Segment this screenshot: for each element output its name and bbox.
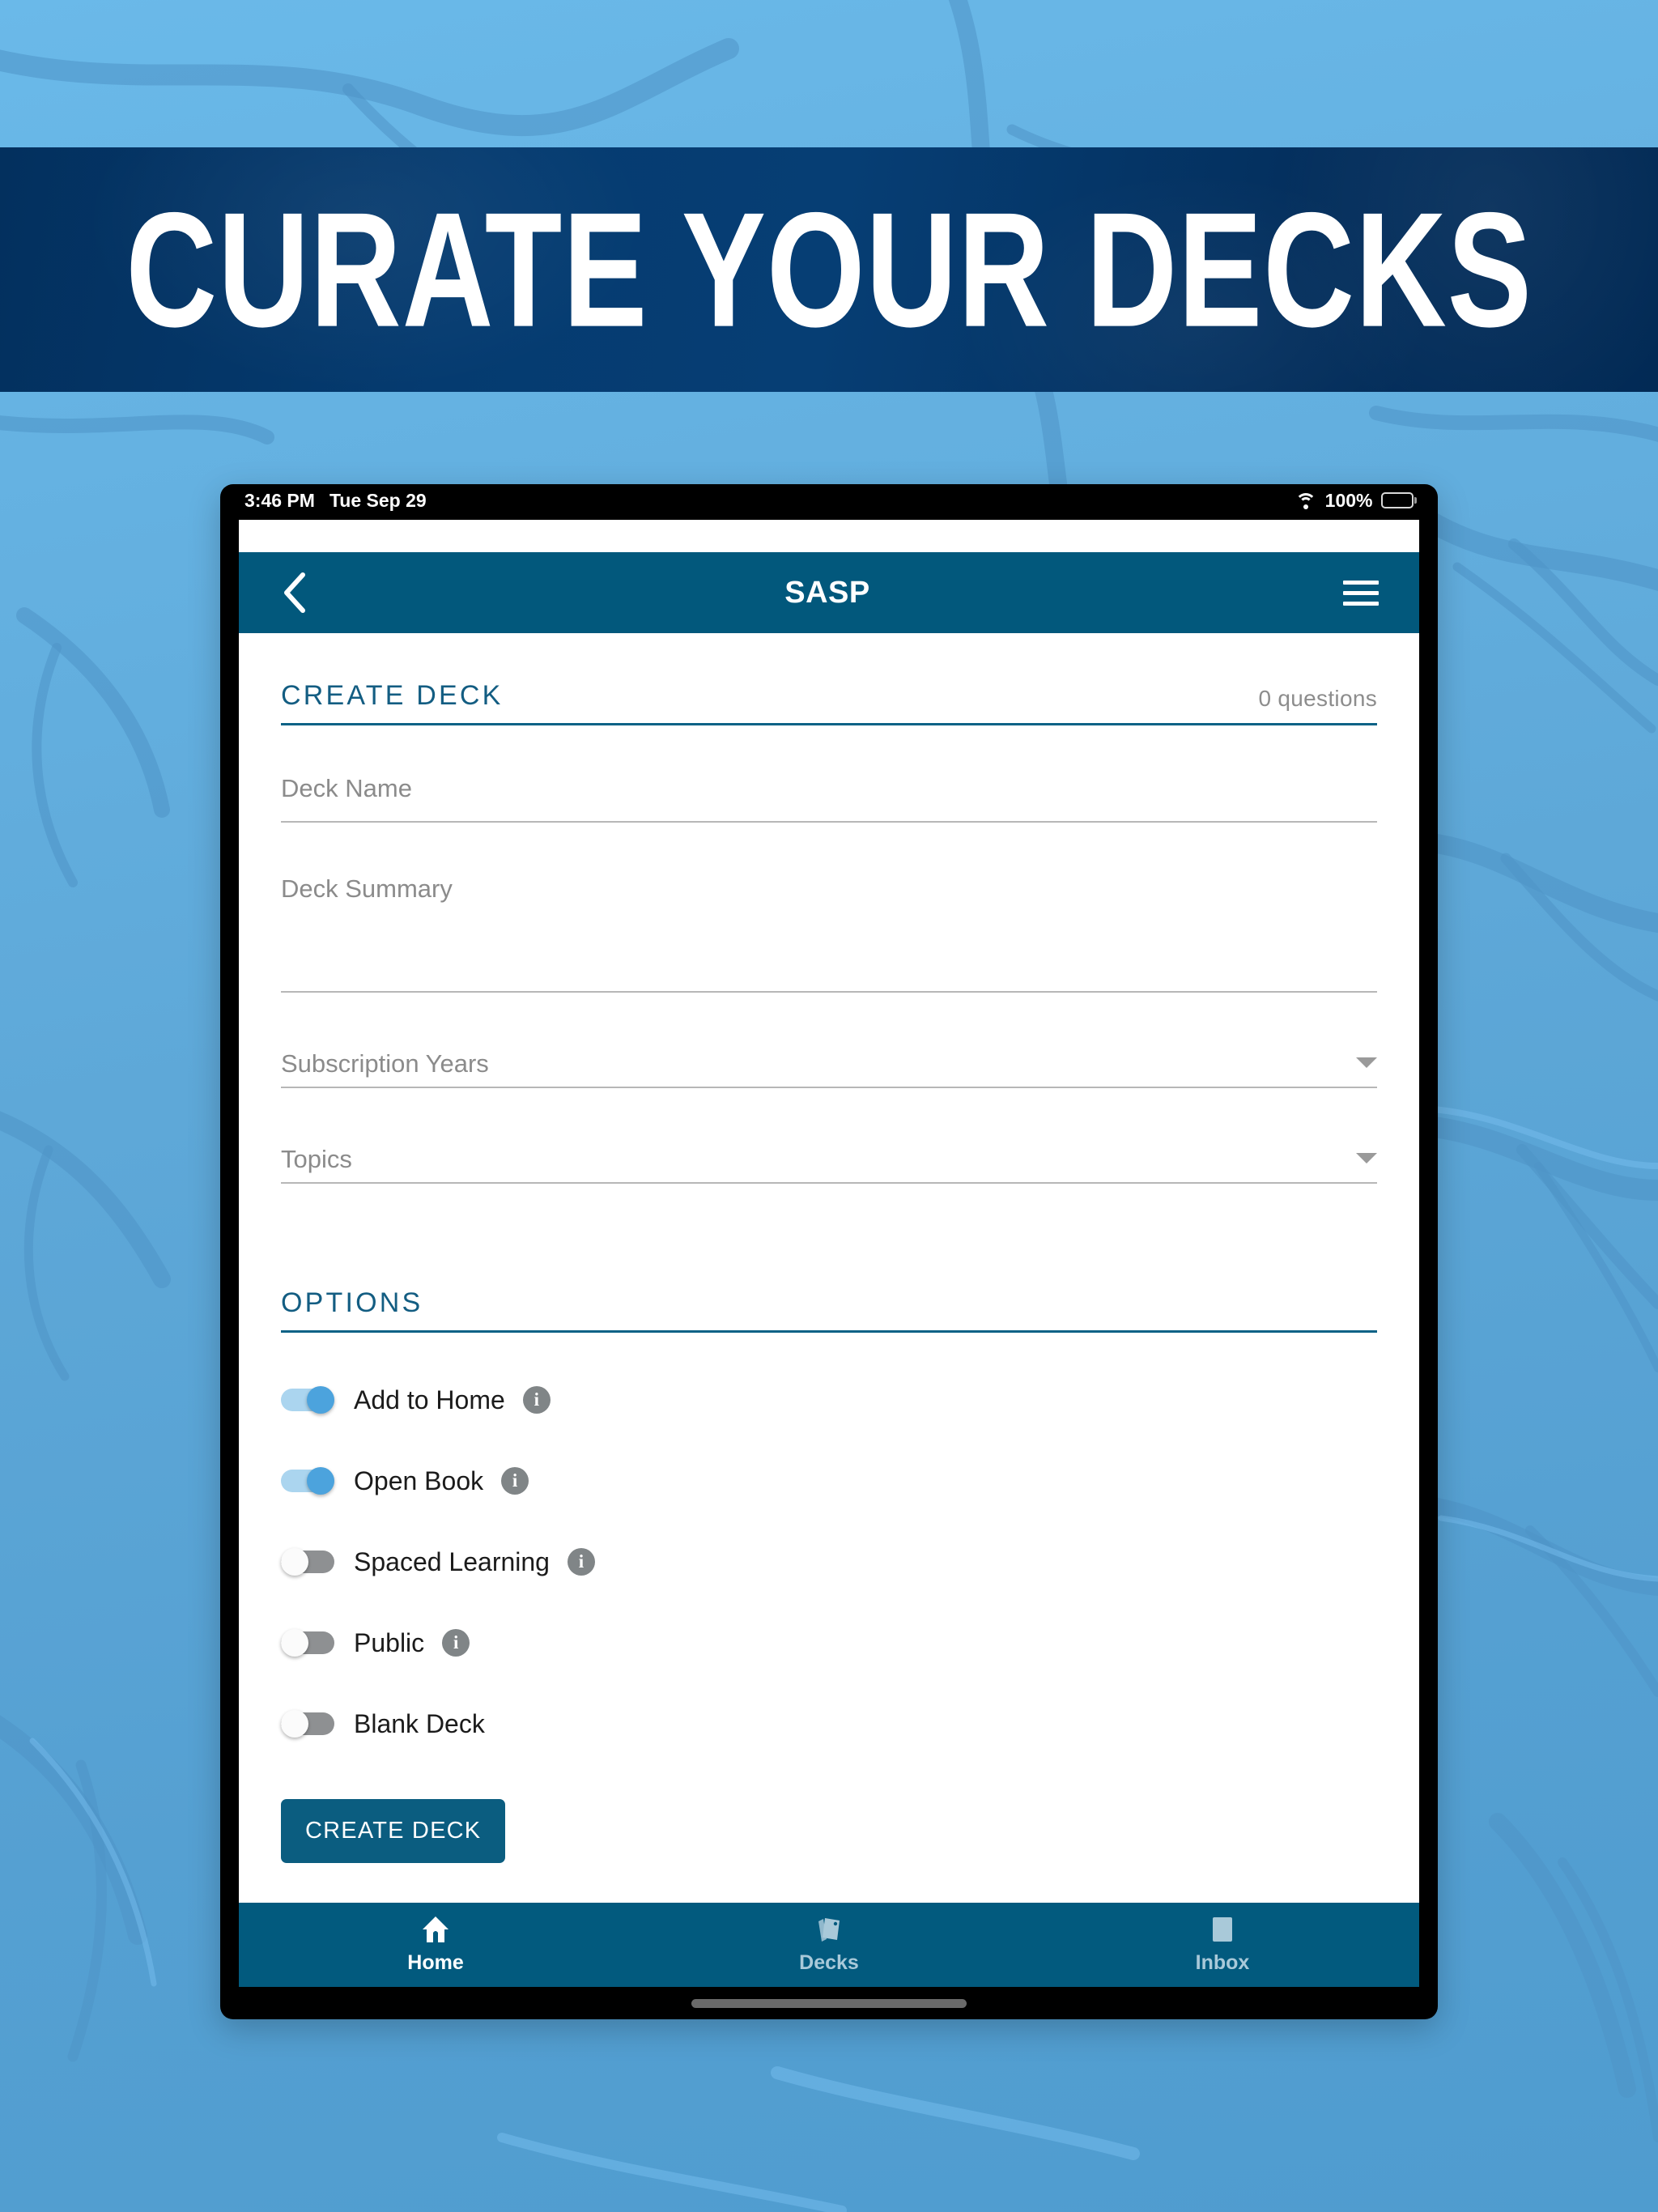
hamburger-menu-button[interactable]: [1338, 570, 1384, 615]
status-time: 3:46 PM: [244, 489, 315, 511]
device-frame: 3:46 PM Tue Sep 29 100% SASP CREATE DECK…: [220, 484, 1438, 2019]
toggle-open-book[interactable]: [281, 1467, 334, 1495]
hamburger-menu-icon: [1342, 590, 1379, 595]
chevron-left-icon: [284, 572, 305, 613]
info-icon[interactable]: i: [522, 1386, 551, 1414]
topics-select[interactable]: Topics: [281, 1130, 1377, 1184]
caret-down-icon: [1356, 1152, 1377, 1163]
bottom-navigation-bar: Home Decks Inbox: [239, 1903, 1419, 1987]
option-label-spaced-learning: Spaced Learning: [354, 1546, 550, 1576]
toggle-thumb: [307, 1386, 334, 1414]
option-row: Open Book i: [281, 1456, 1377, 1506]
create-deck-section-title: CREATE DECK: [281, 680, 504, 711]
toggle-thumb: [281, 1710, 308, 1738]
hamburger-menu-icon: [1342, 580, 1379, 585]
main-content: CREATE DECK 0 questions Subscription Yea…: [239, 633, 1419, 1903]
screen-top-strip: [239, 520, 1419, 552]
toggle-thumb: [307, 1467, 334, 1495]
toggle-thumb: [281, 1629, 308, 1657]
deck-name-input[interactable]: [281, 774, 1377, 803]
app-bar: SASP: [239, 552, 1419, 633]
option-label-public: Public: [354, 1627, 425, 1657]
subscription-years-label: Subscription Years: [281, 1049, 489, 1078]
cards-icon: [818, 1918, 840, 1942]
home-icon: [423, 1916, 449, 1942]
promo-headline: CURATE YOUR DECKS: [125, 178, 1533, 361]
options-list: Add to Home i Open Book i Spaced Learnin…: [281, 1333, 1377, 1749]
app-title: SASP: [784, 575, 870, 610]
info-icon[interactable]: i: [442, 1629, 470, 1657]
create-deck-button[interactable]: CREATE DECK: [281, 1799, 506, 1863]
toggle-blank-deck[interactable]: [281, 1710, 334, 1738]
option-row: Blank Deck: [281, 1699, 1377, 1749]
toggle-thumb: [281, 1548, 308, 1576]
battery-percent-label: 100%: [1324, 489, 1373, 511]
app-screen: SASP CREATE DECK 0 questions Deck Name D…: [239, 520, 1419, 1987]
create-deck-section-header: CREATE DECK 0 questions: [281, 633, 1377, 725]
status-bar: 3:46 PM Tue Sep 29 100%: [220, 484, 1438, 517]
status-bar-right: 100%: [1295, 490, 1417, 512]
inbox-icon: [1213, 1917, 1232, 1942]
battery-icon: [1380, 492, 1417, 508]
nav-item-inbox[interactable]: Inbox: [1026, 1915, 1419, 1975]
caret-down-icon: [1356, 1057, 1377, 1068]
deck-summary-field[interactable]: [281, 866, 1377, 993]
info-icon[interactable]: i: [501, 1467, 529, 1495]
nav-item-decks[interactable]: Decks: [632, 1915, 1026, 1975]
status-date: Tue Sep 29: [329, 489, 427, 511]
subscription-years-select[interactable]: Subscription Years: [281, 1035, 1377, 1088]
deck-summary-input[interactable]: [281, 873, 1377, 970]
options-section-header: OPTIONS: [281, 1184, 1377, 1333]
option-label-open-book: Open Book: [354, 1465, 484, 1495]
home-indicator[interactable]: [691, 1999, 967, 2008]
option-label-blank-deck: Blank Deck: [354, 1708, 485, 1738]
option-label-add-to-home: Add to Home: [354, 1385, 505, 1414]
nav-label-inbox: Inbox: [1195, 1951, 1250, 1974]
option-row: Public i: [281, 1618, 1377, 1668]
toggle-add-to-home[interactable]: [281, 1386, 334, 1414]
option-row: Add to Home i: [281, 1375, 1377, 1425]
wifi-icon: [1295, 492, 1317, 509]
nav-item-home[interactable]: Home: [239, 1915, 632, 1975]
option-row: Spaced Learning i: [281, 1537, 1377, 1587]
deck-name-field[interactable]: [281, 768, 1377, 823]
nav-label-decks: Decks: [799, 1951, 859, 1974]
back-button[interactable]: [271, 570, 317, 615]
nav-label-home: Home: [407, 1951, 464, 1974]
toggle-spaced-learning[interactable]: [281, 1548, 334, 1576]
question-count-label: 0 questions: [1258, 686, 1377, 711]
options-section-title: OPTIONS: [281, 1287, 423, 1318]
promo-banner: CURATE YOUR DECKS: [0, 147, 1658, 392]
info-icon[interactable]: i: [567, 1548, 595, 1576]
toggle-public[interactable]: [281, 1629, 334, 1657]
topics-label: Topics: [281, 1145, 352, 1173]
status-bar-left: 3:46 PM Tue Sep 29: [244, 490, 427, 512]
hamburger-menu-icon: [1342, 601, 1379, 606]
